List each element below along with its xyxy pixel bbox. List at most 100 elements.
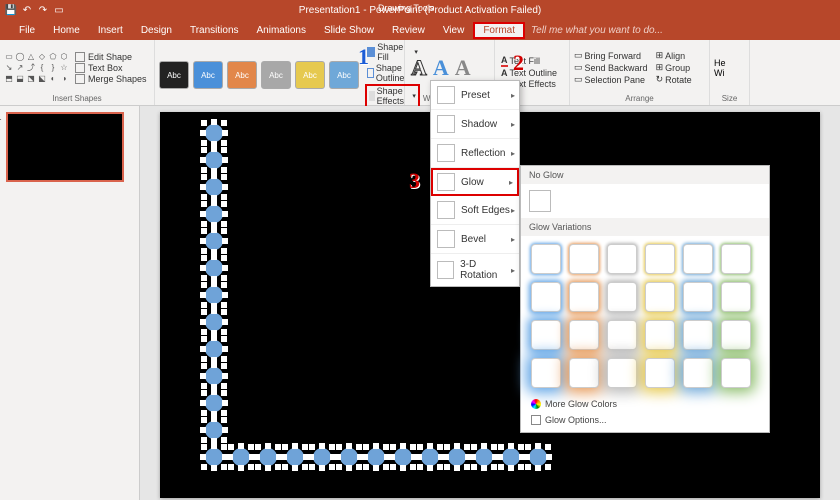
selection-handle[interactable] [335,454,341,460]
glow-variation[interactable] [531,320,561,350]
selection-handle[interactable] [200,373,206,379]
shape-circle[interactable] [205,367,223,385]
shape-circle[interactable] [205,421,223,439]
selection-handle[interactable] [201,417,207,423]
selection-handle[interactable] [221,167,227,173]
selection-handle[interactable] [525,444,531,450]
selection-handle[interactable] [200,265,206,271]
selection-handle[interactable] [222,211,228,217]
selection-handle[interactable] [410,444,416,450]
selection-handle[interactable] [443,454,449,460]
glow-variation[interactable] [683,282,713,312]
shape-style-gallery[interactable]: Abc Abc Abc Abc Abc Abc [159,61,359,89]
selection-handle[interactable] [464,444,470,450]
selection-handle[interactable] [201,437,207,443]
selection-handle[interactable] [346,443,352,449]
selection-handle[interactable] [221,275,227,281]
selection-handle[interactable] [498,444,504,450]
selection-handle[interactable] [201,329,207,335]
shape-circle[interactable] [205,448,223,466]
tab-design[interactable]: Design [132,22,181,39]
selection-handle[interactable] [275,464,281,470]
shape-circle[interactable] [286,448,304,466]
selection-handle[interactable] [497,454,503,460]
glow-options[interactable]: Glow Options... [521,412,769,428]
selection-handle[interactable] [211,308,217,314]
selection-handle[interactable] [201,255,207,261]
selection-handle[interactable] [200,346,206,352]
selection-handle[interactable] [498,464,504,470]
selection-handle[interactable] [201,147,207,153]
selection-handle[interactable] [201,444,207,450]
glow-variation[interactable] [531,244,561,274]
glow-variation[interactable] [683,358,713,388]
redo-icon[interactable]: ↷ [38,5,48,15]
selection-handle[interactable] [222,319,228,325]
shape-circle[interactable] [205,259,223,277]
selection-handle[interactable] [481,443,487,449]
selection-handle[interactable] [454,465,460,471]
selection-handle[interactable] [222,265,228,271]
selection-handle[interactable] [211,119,217,125]
glow-variation[interactable] [531,358,561,388]
glow-variation[interactable] [607,320,637,350]
glow-variation[interactable] [607,358,637,388]
selection-handle[interactable] [200,211,206,217]
selection-handle[interactable] [200,319,206,325]
selection-handle[interactable] [222,400,228,406]
glow-variation[interactable] [531,282,561,312]
wordart-swatch[interactable]: A [455,55,471,81]
selection-handle[interactable] [248,444,254,450]
selection-handle[interactable] [265,443,271,449]
selection-handle[interactable] [201,309,207,315]
selection-handle[interactable] [228,464,234,470]
selection-handle[interactable] [373,465,379,471]
selection-handle[interactable] [292,465,298,471]
selection-handle[interactable] [200,184,206,190]
start-slideshow-icon[interactable]: ▭ [54,5,64,15]
shape-circle[interactable] [259,448,277,466]
selection-handle[interactable] [222,184,228,190]
wordart-swatch[interactable]: A [433,55,449,81]
shape-circle[interactable] [205,124,223,142]
selection-handle[interactable] [200,454,206,460]
selection-handle[interactable] [508,465,514,471]
text-outline-button[interactable]: AText Outline [501,68,557,78]
text-fill-button[interactable]: AText Fill [501,55,557,67]
selection-pane-button[interactable]: ▭ Selection Pane [574,74,648,85]
style-swatch[interactable]: Abc [261,61,291,89]
selection-handle[interactable] [383,444,389,450]
selection-handle[interactable] [238,465,244,471]
glow-variation[interactable] [683,244,713,274]
selection-handle[interactable] [471,464,477,470]
selection-handle[interactable] [201,383,207,389]
more-glow-colors[interactable]: More Glow Colors [521,396,769,412]
selection-handle[interactable] [356,464,362,470]
shape-circle[interactable] [394,448,412,466]
selection-handle[interactable] [427,465,433,471]
selection-handle[interactable] [336,464,342,470]
selection-handle[interactable] [373,443,379,449]
fx-3d-rotation[interactable]: 3-D Rotation▸ [431,254,519,286]
selection-handle[interactable] [201,464,207,470]
shape-circle[interactable] [313,448,331,466]
selection-handle[interactable] [201,194,207,200]
undo-icon[interactable]: ↶ [22,5,32,15]
group-button[interactable]: ⊞ Group [656,62,692,73]
selection-handle[interactable] [329,464,335,470]
fx-soft-edges[interactable]: Soft Edges▸ [431,196,519,225]
selection-handle[interactable] [518,444,524,450]
send-backward-button[interactable]: ▭ Send Backward [574,62,648,73]
selection-handle[interactable] [437,464,443,470]
selection-handle[interactable] [228,444,234,450]
selection-handle[interactable] [464,464,470,470]
selection-handle[interactable] [221,221,227,227]
selection-handle[interactable] [221,302,227,308]
selection-handle[interactable] [200,157,206,163]
selection-handle[interactable] [390,464,396,470]
selection-handle[interactable] [201,140,207,146]
glow-variation[interactable] [645,358,675,388]
selection-handle[interactable] [302,444,308,450]
selection-handle[interactable] [211,200,217,206]
selection-handle[interactable] [444,444,450,450]
